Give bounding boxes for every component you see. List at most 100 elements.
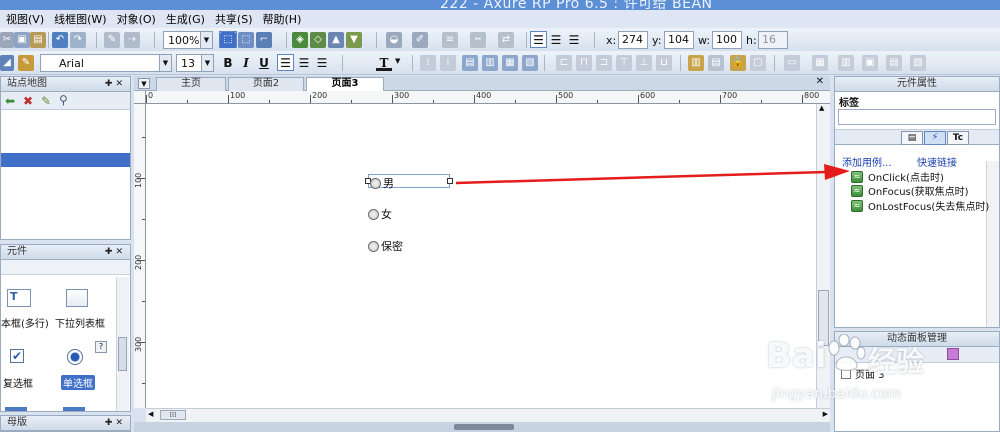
annotations-tab[interactable]: ▤	[901, 131, 923, 145]
bold-button[interactable]: B	[220, 55, 236, 71]
panel-pin-close-icon[interactable]: ✚✕	[105, 77, 126, 91]
paste-button[interactable]: ▤	[30, 31, 46, 48]
scroll-up-icon[interactable]: ▲	[819, 104, 824, 112]
interactions-tab[interactable]: ⚡	[924, 131, 946, 145]
panel-pin-close-icon[interactable]: ✚✕	[105, 245, 126, 259]
quick-link[interactable]: 快速链接	[917, 154, 957, 169]
add-page-icon[interactable]: ⬅	[5, 94, 15, 108]
search-icon[interactable]: ⚲	[59, 93, 68, 107]
event-onclick[interactable]: ≈ OnClick(点击时)	[851, 169, 944, 184]
style-tab[interactable]: Tc	[947, 131, 969, 145]
footnote-button[interactable]: ▭	[784, 54, 800, 71]
layer-top-button[interactable]: ▦	[502, 54, 518, 71]
h-input[interactable]: 16	[758, 31, 788, 49]
style-button[interactable]: ◢	[0, 54, 14, 71]
italic-button[interactable]: I	[238, 55, 254, 71]
intersect-select-button[interactable]: ⬚	[238, 31, 254, 48]
format-brush-button[interactable]: ✎	[18, 54, 34, 71]
radio-secret[interactable]: 保密	[368, 238, 403, 254]
font-family-select[interactable]: Arial ▼	[40, 54, 172, 72]
radio-female[interactable]: 女	[368, 206, 392, 222]
ungroup-button[interactable]: ◇	[310, 31, 326, 48]
menu-view[interactable]: 视图(V)	[6, 11, 44, 27]
panel-state-icon[interactable]	[947, 348, 959, 360]
menu-wireframe[interactable]: 线框图(W)	[54, 11, 106, 27]
cut-button[interactable]: ✂	[0, 31, 14, 48]
lock-button[interactable]: 🔒	[730, 54, 746, 71]
align-right-button[interactable]: ☰	[314, 54, 330, 71]
format-painter-button[interactable]: ✎	[104, 31, 120, 48]
align-objects-middle-button[interactable]: ⊥	[636, 54, 652, 71]
align-center-button[interactable]: ☰	[296, 54, 312, 71]
widgets-scrollbar[interactable]	[116, 277, 129, 411]
horizontal-scroll-thumb[interactable]: ⁞⁞⁞	[160, 410, 186, 420]
rename-page-icon[interactable]: ✎	[41, 94, 51, 108]
align-objects-top-button[interactable]: ⊤	[616, 54, 632, 71]
align-top-button[interactable]: ☰	[530, 31, 547, 48]
canvas-vertical-scrollbar[interactable]: ▲	[816, 104, 830, 408]
canvas-horizontal-scrollbar[interactable]: ◀ ⁞⁞⁞ ▶	[146, 408, 830, 422]
distribute-h-button[interactable]: ▥	[688, 54, 704, 71]
menu-generate[interactable]: 生成(G)	[166, 11, 205, 27]
tab-page-2[interactable]: 页面2	[228, 77, 304, 91]
scroll-left-icon[interactable]: ◀	[148, 410, 153, 418]
publish-button[interactable]: ▤	[886, 54, 902, 71]
spec-button[interactable]: ▧	[910, 54, 926, 71]
y-input[interactable]: 104	[664, 31, 694, 49]
font-size-select[interactable]: 13 ▼	[176, 54, 214, 72]
sitemap-selected-item[interactable]	[1, 153, 130, 167]
scroll-right-icon[interactable]: ▶	[823, 410, 828, 418]
tab-page-3[interactable]: 页面3	[306, 77, 384, 92]
align-objects-center-button[interactable]: ⊓	[576, 54, 592, 71]
unlock-button[interactable]: ▢	[750, 54, 766, 71]
send-back-button[interactable]: ▼	[346, 31, 362, 48]
line-style-button[interactable]: ┅	[470, 31, 486, 48]
zoom-select[interactable]: 100% ▼	[163, 31, 213, 49]
align-objects-bottom-button[interactable]: ⊔	[656, 54, 672, 71]
x-input[interactable]: 274	[618, 31, 648, 49]
widget-checkbox[interactable]: ✔ 复选框	[1, 349, 41, 390]
panel-pin-close-icon[interactable]: ✚✕	[105, 416, 126, 430]
design-canvas[interactable]: 男 女 保密	[146, 104, 816, 408]
snap-button[interactable]: ⁞	[440, 54, 456, 71]
label-input[interactable]	[838, 109, 996, 125]
distribute-button[interactable]: ⁞	[420, 54, 436, 71]
widget-radio-button[interactable]: 单选框	[59, 349, 99, 390]
resize-handle-right[interactable]	[447, 178, 453, 184]
line-color-button[interactable]: ✐	[412, 31, 428, 48]
widget-dropdown-list[interactable]: 下拉列表框	[55, 289, 115, 330]
line-width-button[interactable]: ≡	[442, 31, 458, 48]
distribute-v-button[interactable]: ▤	[708, 54, 724, 71]
dynamic-panel-item[interactable]: 页面 3	[841, 366, 885, 381]
copy-button[interactable]: ▣	[14, 31, 30, 48]
preview-button[interactable]: ▣	[862, 54, 878, 71]
menu-object[interactable]: 对象(O)	[117, 11, 156, 27]
widgets-scroll-thumb[interactable]	[118, 337, 127, 371]
properties-scrollbar[interactable]	[986, 161, 999, 327]
event-onfocus[interactable]: ≈ OnFocus(获取焦点时)	[851, 183, 969, 198]
add-case-link[interactable]: 添加用例...	[842, 154, 892, 169]
align-left-button[interactable]: ☰	[277, 54, 294, 71]
tab-home[interactable]: 主页	[156, 77, 226, 91]
layer-bottom-button[interactable]: ▧	[522, 54, 538, 71]
align-middle-button[interactable]: ☰	[548, 31, 564, 48]
fill-color-button[interactable]: ◒	[386, 31, 402, 48]
align-objects-right-button[interactable]: ⊐	[596, 54, 612, 71]
layer-down-button[interactable]: ▥	[482, 54, 498, 71]
group-button[interactable]: ◈	[292, 31, 308, 48]
w-input[interactable]: 100	[712, 31, 742, 49]
guides-button[interactable]: ▥	[838, 54, 854, 71]
align-bottom-button[interactable]: ☰	[566, 31, 582, 48]
bring-front-button[interactable]: ▲	[328, 31, 344, 48]
event-onlostfocus[interactable]: ≈ OnLostFocus(失去焦点时)	[851, 198, 989, 213]
align-objects-left-button[interactable]: ⊏	[556, 54, 572, 71]
vertical-scroll-thumb[interactable]	[818, 290, 829, 346]
grid-button[interactable]: ▦	[812, 54, 828, 71]
arrow-style-button[interactable]: ⇄	[498, 31, 514, 48]
close-icon[interactable]: ✕	[816, 76, 824, 87]
layer-up-button[interactable]: ▤	[462, 54, 478, 71]
menu-share[interactable]: 共享(S)	[215, 11, 253, 27]
delete-page-icon[interactable]: ✖	[23, 94, 33, 108]
select-mode-button[interactable]: ⬚	[219, 31, 237, 48]
connector-mode-button[interactable]: ⌐	[256, 31, 272, 48]
